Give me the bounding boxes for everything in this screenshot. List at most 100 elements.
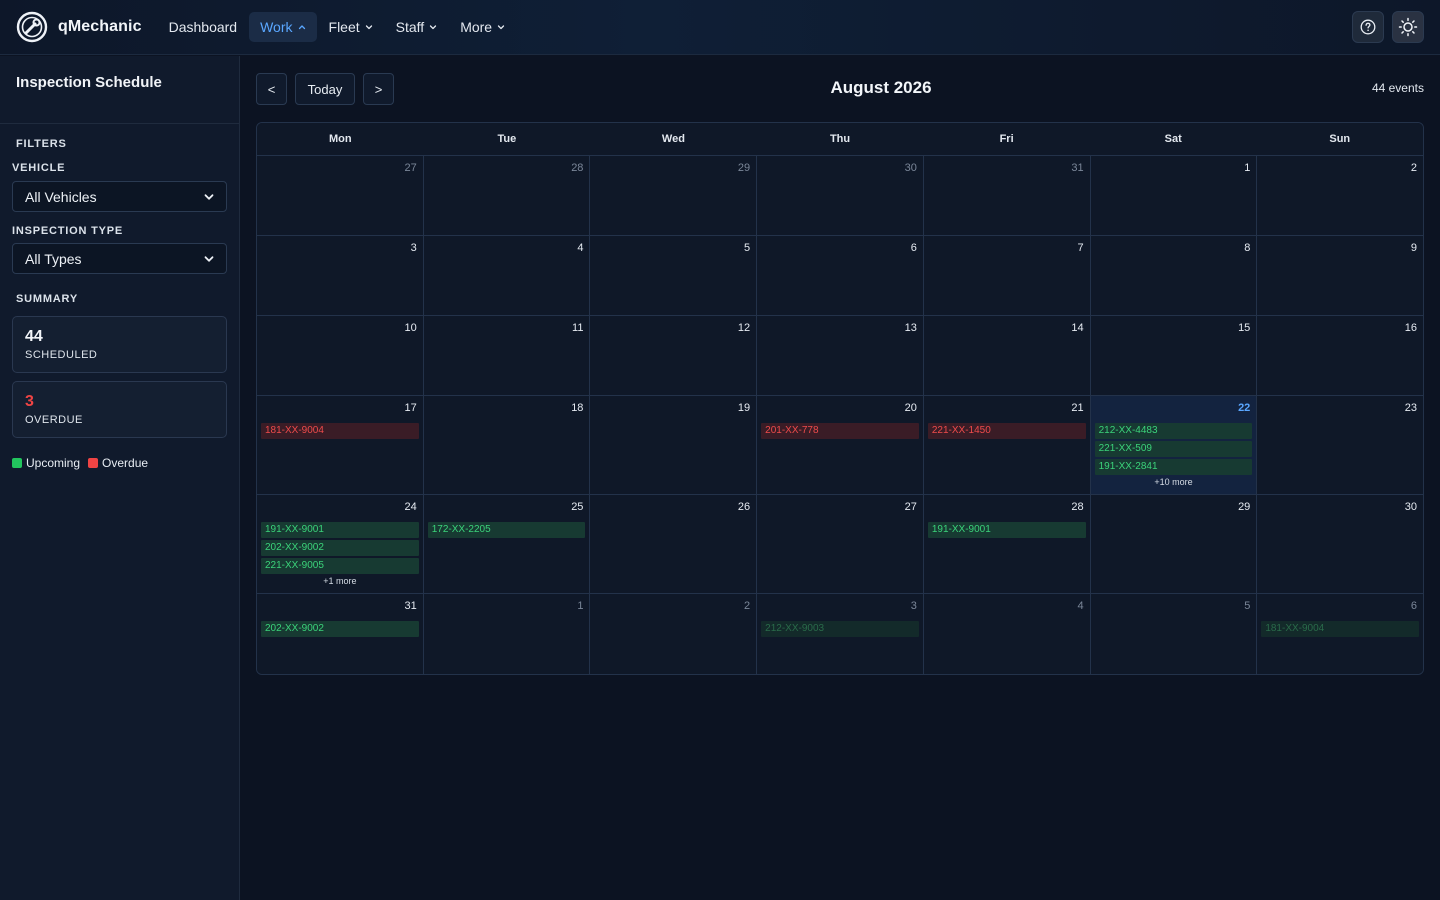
inspection-event-overdue[interactable]: 201-XX-778 — [761, 423, 919, 439]
nav-item-dashboard[interactable]: Dashboard — [158, 12, 249, 42]
day-number: 18 — [571, 402, 584, 414]
more-events-link[interactable]: +10 more — [1095, 477, 1253, 487]
calendar-day[interactable]: 2 — [1257, 156, 1423, 235]
day-events: 212-XX-4483 221-XX-509 191-XX-2841 — [1094, 423, 1253, 475]
inspection-event-overdue[interactable]: 221-XX-1450 — [927, 423, 1086, 439]
day-number: 19 — [737, 402, 751, 414]
inspection-event-upcoming[interactable]: 202-XX-9002 — [261, 621, 419, 637]
calendar-day[interactable]: 30 — [757, 156, 924, 235]
calendar-day[interactable]: 28 191-XX-9001 — [923, 495, 1091, 593]
calendar-day[interactable]: 17 181-XX-9004 — [257, 396, 424, 494]
inspection-event-upcoming[interactable]: 172-XX-2205 — [427, 522, 586, 538]
calendar-day[interactable]: 20 201-XX-778 — [757, 396, 924, 494]
calendar-day[interactable]: 2 — [590, 594, 758, 674]
nav-item-staff[interactable]: Staff — [385, 12, 449, 42]
calendar-day[interactable]: 9 — [1257, 236, 1423, 315]
calendar-day[interactable]: 29 — [1090, 495, 1258, 593]
calendar-day[interactable]: 4 — [423, 236, 591, 315]
calendar-week: 31 202-XX-9002 1 2 3 212-XX-9003 4 5 6 181-XX-900… — [257, 594, 1423, 674]
calendar-day[interactable]: 18 — [423, 396, 591, 494]
theme-toggle-button[interactable] — [1392, 11, 1424, 43]
inspection-event-upcoming[interactable]: 191-XX-9001 — [261, 522, 419, 538]
calendar-day[interactable]: 31 202-XX-9002 — [257, 594, 424, 674]
day-number: 14 — [1071, 322, 1084, 334]
calendar-day[interactable]: 6 — [757, 236, 924, 315]
day-number: 21 — [1071, 402, 1084, 414]
inspection-event-upcoming[interactable]: 191-XX-2841 — [1094, 459, 1253, 475]
nav-item-fleet[interactable]: Fleet — [318, 12, 384, 42]
day-number: 12 — [737, 322, 751, 334]
inspection-type-select[interactable]: All Types — [12, 243, 227, 274]
calendar-day[interactable]: 28 — [423, 156, 591, 235]
more-events-link[interactable]: +1 more — [261, 576, 419, 586]
inspection-event-upcoming[interactable]: 181-XX-9004 — [1261, 621, 1420, 637]
calendar-day[interactable]: 31 — [923, 156, 1091, 235]
calendar-day[interactable]: 6 181-XX-9004 — [1257, 594, 1423, 674]
inspection-event-upcoming[interactable]: 221-XX-509 — [1094, 441, 1253, 457]
calendar-grid: Mon Tue Wed Thu Fri Sat Sun 27 28 29 30 31 1 2 3 4 5 6 7 8… — [256, 122, 1424, 675]
today-button[interactable]: Today — [295, 73, 355, 105]
event-count: 44 events — [1371, 81, 1424, 95]
calendar-day[interactable]: 14 — [923, 316, 1091, 395]
calendar-day[interactable]: 5 — [590, 236, 758, 315]
next-month-button[interactable]: > — [363, 73, 394, 105]
calendar-day[interactable]: 12 — [590, 316, 758, 395]
calendar-day[interactable]: 24 191-XX-9001 202-XX-9002 221-XX-9005 +1 mo… — [257, 495, 424, 593]
calendar-day[interactable]: 29 — [590, 156, 758, 235]
scheduled-count: 44 — [25, 328, 43, 345]
calendar-day[interactable]: 3 — [257, 236, 424, 315]
nav-item-work[interactable]: Work — [249, 12, 317, 42]
vehicle-select[interactable]: All Vehicles — [12, 181, 227, 212]
calendar-day[interactable]: 1 — [1090, 156, 1258, 235]
calendar-day[interactable]: 30 — [1257, 495, 1423, 593]
inspection-event-upcoming[interactable]: 221-XX-9005 — [261, 558, 419, 574]
calendar-day[interactable]: 16 — [1257, 316, 1423, 395]
calendar-day[interactable]: 7 — [923, 236, 1091, 315]
weekday-header: Mon Tue Wed Thu Fri Sat Sun — [257, 123, 1423, 156]
calendar-day[interactable]: 4 — [923, 594, 1091, 674]
weekday-sun: Sun — [1329, 133, 1351, 145]
inspection-event-upcoming[interactable]: 191-XX-9001 — [927, 522, 1086, 538]
brand[interactable]: qMechanic — [16, 11, 142, 43]
calendar-day[interactable]: 1 — [423, 594, 591, 674]
calendar-day[interactable]: 19 — [590, 396, 758, 494]
day-number: 30 — [1404, 501, 1418, 513]
calendar-day[interactable]: 25 172-XX-2205 — [423, 495, 591, 593]
brand-name: qMechanic — [58, 18, 142, 35]
day-number: 24 — [404, 501, 417, 513]
day-number: 23 — [1404, 402, 1418, 414]
day-number: 20 — [904, 402, 917, 414]
help-button[interactable] — [1352, 11, 1384, 43]
calendar-day[interactable]: 3 212-XX-9003 — [757, 594, 924, 674]
wrench-logo-icon — [16, 11, 48, 43]
calendar-day[interactable]: 11 — [423, 316, 591, 395]
day-number: 4 — [577, 242, 584, 254]
vehicle-select-value: All Vehicles — [25, 188, 97, 205]
previous-month-button[interactable]: < — [256, 73, 287, 105]
help-icon — [1360, 19, 1376, 35]
day-number: 5 — [744, 242, 751, 254]
inspection-event-upcoming[interactable]: 212-XX-4483 — [1094, 423, 1253, 439]
inspection-event-upcoming[interactable]: 202-XX-9002 — [261, 540, 419, 556]
calendar-day[interactable]: 21 221-XX-1450 — [923, 396, 1091, 494]
calendar-day[interactable]: 15 — [1090, 316, 1258, 395]
calendar-day[interactable]: 13 — [757, 316, 924, 395]
nav-item-label: Dashboard — [168, 19, 238, 35]
scheduled-label: SCHEDULED — [25, 349, 98, 361]
calendar-day[interactable]: 26 — [590, 495, 758, 593]
calendar-day[interactable]: 27 — [757, 495, 924, 593]
calendar-week: 10 11 12 13 14 15 16 — [257, 316, 1423, 396]
calendar-day[interactable]: 5 — [1090, 594, 1258, 674]
calendar-day[interactable]: 23 — [1257, 396, 1423, 494]
calendar-body: 27 28 29 30 31 1 2 3 4 5 6 7 8 9 10 11 12 13 14 15 16 17 181-X… — [257, 156, 1423, 674]
inspection-event-upcoming[interactable]: 212-XX-9003 — [761, 621, 919, 637]
calendar-day[interactable]: 27 — [257, 156, 424, 235]
calendar-day[interactable]: 10 — [257, 316, 424, 395]
calendar-day-today[interactable]: 22 212-XX-4483 221-XX-509 191-XX-2841 +10 mo… — [1090, 396, 1258, 494]
calendar-day[interactable]: 8 — [1090, 236, 1258, 315]
nav-item-more[interactable]: More — [449, 12, 516, 42]
day-number: 26 — [737, 501, 751, 513]
inspection-type-select-value: All Types — [25, 250, 82, 267]
inspection-event-overdue[interactable]: 181-XX-9004 — [261, 423, 419, 439]
upcoming-swatch — [12, 458, 22, 468]
